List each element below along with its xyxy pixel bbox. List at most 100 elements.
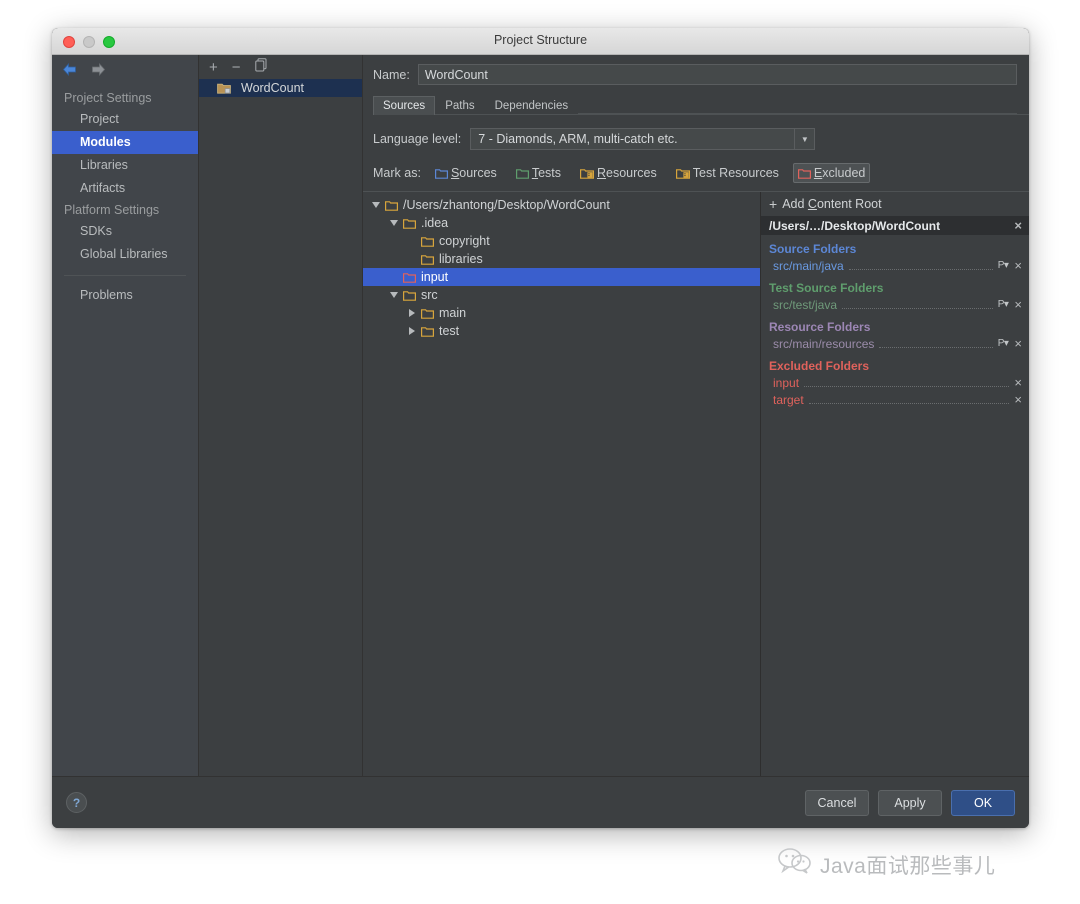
tree-toggle-icon[interactable] xyxy=(385,220,403,226)
arrow-right-icon[interactable] xyxy=(91,62,106,76)
tree-toggle-icon[interactable] xyxy=(385,292,403,298)
resources-folder-icon xyxy=(580,168,594,179)
content-root-path: /Users/…/Desktop/WordCount xyxy=(769,218,941,233)
test-source-folder-path: src/test/java xyxy=(773,297,838,312)
apply-button[interactable]: Apply xyxy=(878,789,942,816)
chevron-down-icon[interactable]: ▼ xyxy=(794,129,814,149)
module-folder-icon xyxy=(217,83,231,94)
add-content-root-button[interactable]: + Add Content Root xyxy=(761,192,1029,216)
language-level-label: Language level: xyxy=(373,132,462,146)
tree-row[interactable]: libraries xyxy=(363,250,760,268)
module-name-input[interactable] xyxy=(417,64,1017,85)
excluded-folder-row[interactable]: input × xyxy=(761,374,1029,391)
test-source-folders-title: Test Source Folders xyxy=(769,281,884,295)
sidebar-list: Project Settings Project Modules Librari… xyxy=(52,83,198,307)
package-prefix-icon[interactable]: P▾ xyxy=(998,260,1009,271)
mark-as-sources-button[interactable]: Sources xyxy=(430,163,502,183)
sidebar-group-platform-settings: Platform Settings xyxy=(64,203,160,217)
excluded-folder-row[interactable]: target × xyxy=(761,391,1029,408)
sidebar-item-project[interactable]: Project xyxy=(52,108,198,131)
module-tabs: Sources Paths Dependencies xyxy=(373,95,1029,115)
remove-module-button[interactable]: − xyxy=(232,60,241,75)
tree-row-label: test xyxy=(439,324,460,338)
copy-module-icon[interactable] xyxy=(254,57,267,77)
row-dots xyxy=(808,395,1010,404)
tab-paths[interactable]: Paths xyxy=(435,96,484,115)
tests-folder-icon xyxy=(515,168,529,179)
tree-row[interactable]: main xyxy=(363,304,760,322)
tree-row[interactable]: .idea xyxy=(363,214,760,232)
tree-row-label: /Users/zhantong/Desktop/WordCount xyxy=(403,198,610,212)
sidebar-divider xyxy=(64,275,186,276)
folder-icon xyxy=(421,236,434,247)
sidebar-item-artifacts[interactable]: Artifacts xyxy=(52,177,198,200)
row-dots xyxy=(848,261,993,270)
tree-row[interactable]: /Users/zhantong/Desktop/WordCount xyxy=(363,196,760,214)
add-module-button[interactable]: + xyxy=(209,60,218,75)
remove-source-folder-icon[interactable]: × xyxy=(1014,259,1022,272)
tree-row-selected[interactable]: input xyxy=(363,268,760,286)
module-item-label: WordCount xyxy=(241,81,304,95)
excluded-folder-path: target xyxy=(773,392,804,407)
tree-row-label: src xyxy=(421,288,438,302)
tree-row[interactable]: copyright xyxy=(363,232,760,250)
resource-folder-row[interactable]: src/main/resources P▾ × xyxy=(761,335,1029,352)
tab-dependencies[interactable]: Dependencies xyxy=(485,96,579,115)
row-dots xyxy=(804,378,1010,387)
sidebar-item-sdks[interactable]: SDKs xyxy=(52,220,198,243)
module-name-row: Name: xyxy=(363,55,1029,85)
source-folders-title: Source Folders xyxy=(769,242,857,256)
sidebar-item-modules[interactable]: Modules xyxy=(52,131,198,154)
tree-row-label: .idea xyxy=(421,216,449,230)
tree-toggle-icon[interactable] xyxy=(367,202,385,208)
project-structure-dialog: Project Structure Project Settings Proje… xyxy=(52,28,1029,828)
package-prefix-icon[interactable]: P▾ xyxy=(998,338,1009,349)
package-prefix-icon[interactable]: P▾ xyxy=(998,299,1009,310)
test-source-folder-row[interactable]: src/test/java P▾ × xyxy=(761,296,1029,313)
mark-as-excluded-button[interactable]: Excluded xyxy=(792,163,871,183)
source-folder-row[interactable]: src/main/java P▾ × xyxy=(761,257,1029,274)
modules-list-panel: + − WordCount xyxy=(199,55,363,776)
excluded-folder-icon xyxy=(797,168,811,179)
sidebar-item-libraries[interactable]: Libraries xyxy=(52,154,198,177)
excluded-folder-icon xyxy=(403,272,416,283)
mark-as-sources-label: Sources xyxy=(450,166,497,180)
sidebar-item-problems[interactable]: Problems xyxy=(52,284,198,307)
remove-excluded-folder-icon[interactable]: × xyxy=(1014,393,1022,406)
mark-as-test-resources-button[interactable]: Test Resources xyxy=(671,163,784,183)
tree-row[interactable]: src xyxy=(363,286,760,304)
help-button[interactable]: ? xyxy=(66,792,87,813)
sidebar-item-global-libraries[interactable]: Global Libraries xyxy=(52,243,198,266)
tabs-filler xyxy=(578,113,1017,114)
mark-as-resources-button[interactable]: Resources xyxy=(575,163,662,183)
module-name-label: Name: xyxy=(373,67,410,82)
sources-folder-icon xyxy=(434,168,448,179)
row-dots xyxy=(842,300,993,309)
modules-toolbar: + − xyxy=(199,55,362,79)
tree-row[interactable]: test xyxy=(363,322,760,340)
excluded-folders-title: Excluded Folders xyxy=(769,359,870,373)
arrow-left-icon[interactable] xyxy=(62,62,77,76)
mark-as-tests-button[interactable]: Tests xyxy=(511,163,566,183)
folder-icon xyxy=(421,308,434,319)
language-level-select[interactable]: 7 - Diamonds, ARM, multi-catch etc. ▼ xyxy=(470,128,816,150)
tree-toggle-icon[interactable] xyxy=(403,327,421,335)
watermark-text: Java面试那些事儿 xyxy=(820,854,996,878)
resource-folders-title: Resource Folders xyxy=(769,320,871,334)
modules-list: WordCount xyxy=(199,79,362,776)
remove-content-root-icon[interactable]: × xyxy=(1014,219,1022,232)
tab-sources[interactable]: Sources xyxy=(373,96,436,115)
cancel-button[interactable]: Cancel xyxy=(805,789,869,816)
remove-resource-folder-icon[interactable]: × xyxy=(1014,337,1022,350)
sources-split: /Users/zhantong/Desktop/WordCount .idea xyxy=(363,191,1029,776)
content-roots-panel: + Add Content Root /Users/…/Desktop/Word… xyxy=(761,192,1029,776)
folder-icon xyxy=(403,218,416,229)
folder-icon xyxy=(385,200,398,211)
tree-toggle-icon[interactable] xyxy=(403,309,421,317)
excluded-folder-path: input xyxy=(773,375,800,390)
tree-row-label: main xyxy=(439,306,467,320)
remove-excluded-folder-icon[interactable]: × xyxy=(1014,376,1022,389)
remove-test-source-folder-icon[interactable]: × xyxy=(1014,298,1022,311)
module-item-wordcount[interactable]: WordCount xyxy=(199,79,362,97)
ok-button[interactable]: OK xyxy=(951,789,1015,816)
